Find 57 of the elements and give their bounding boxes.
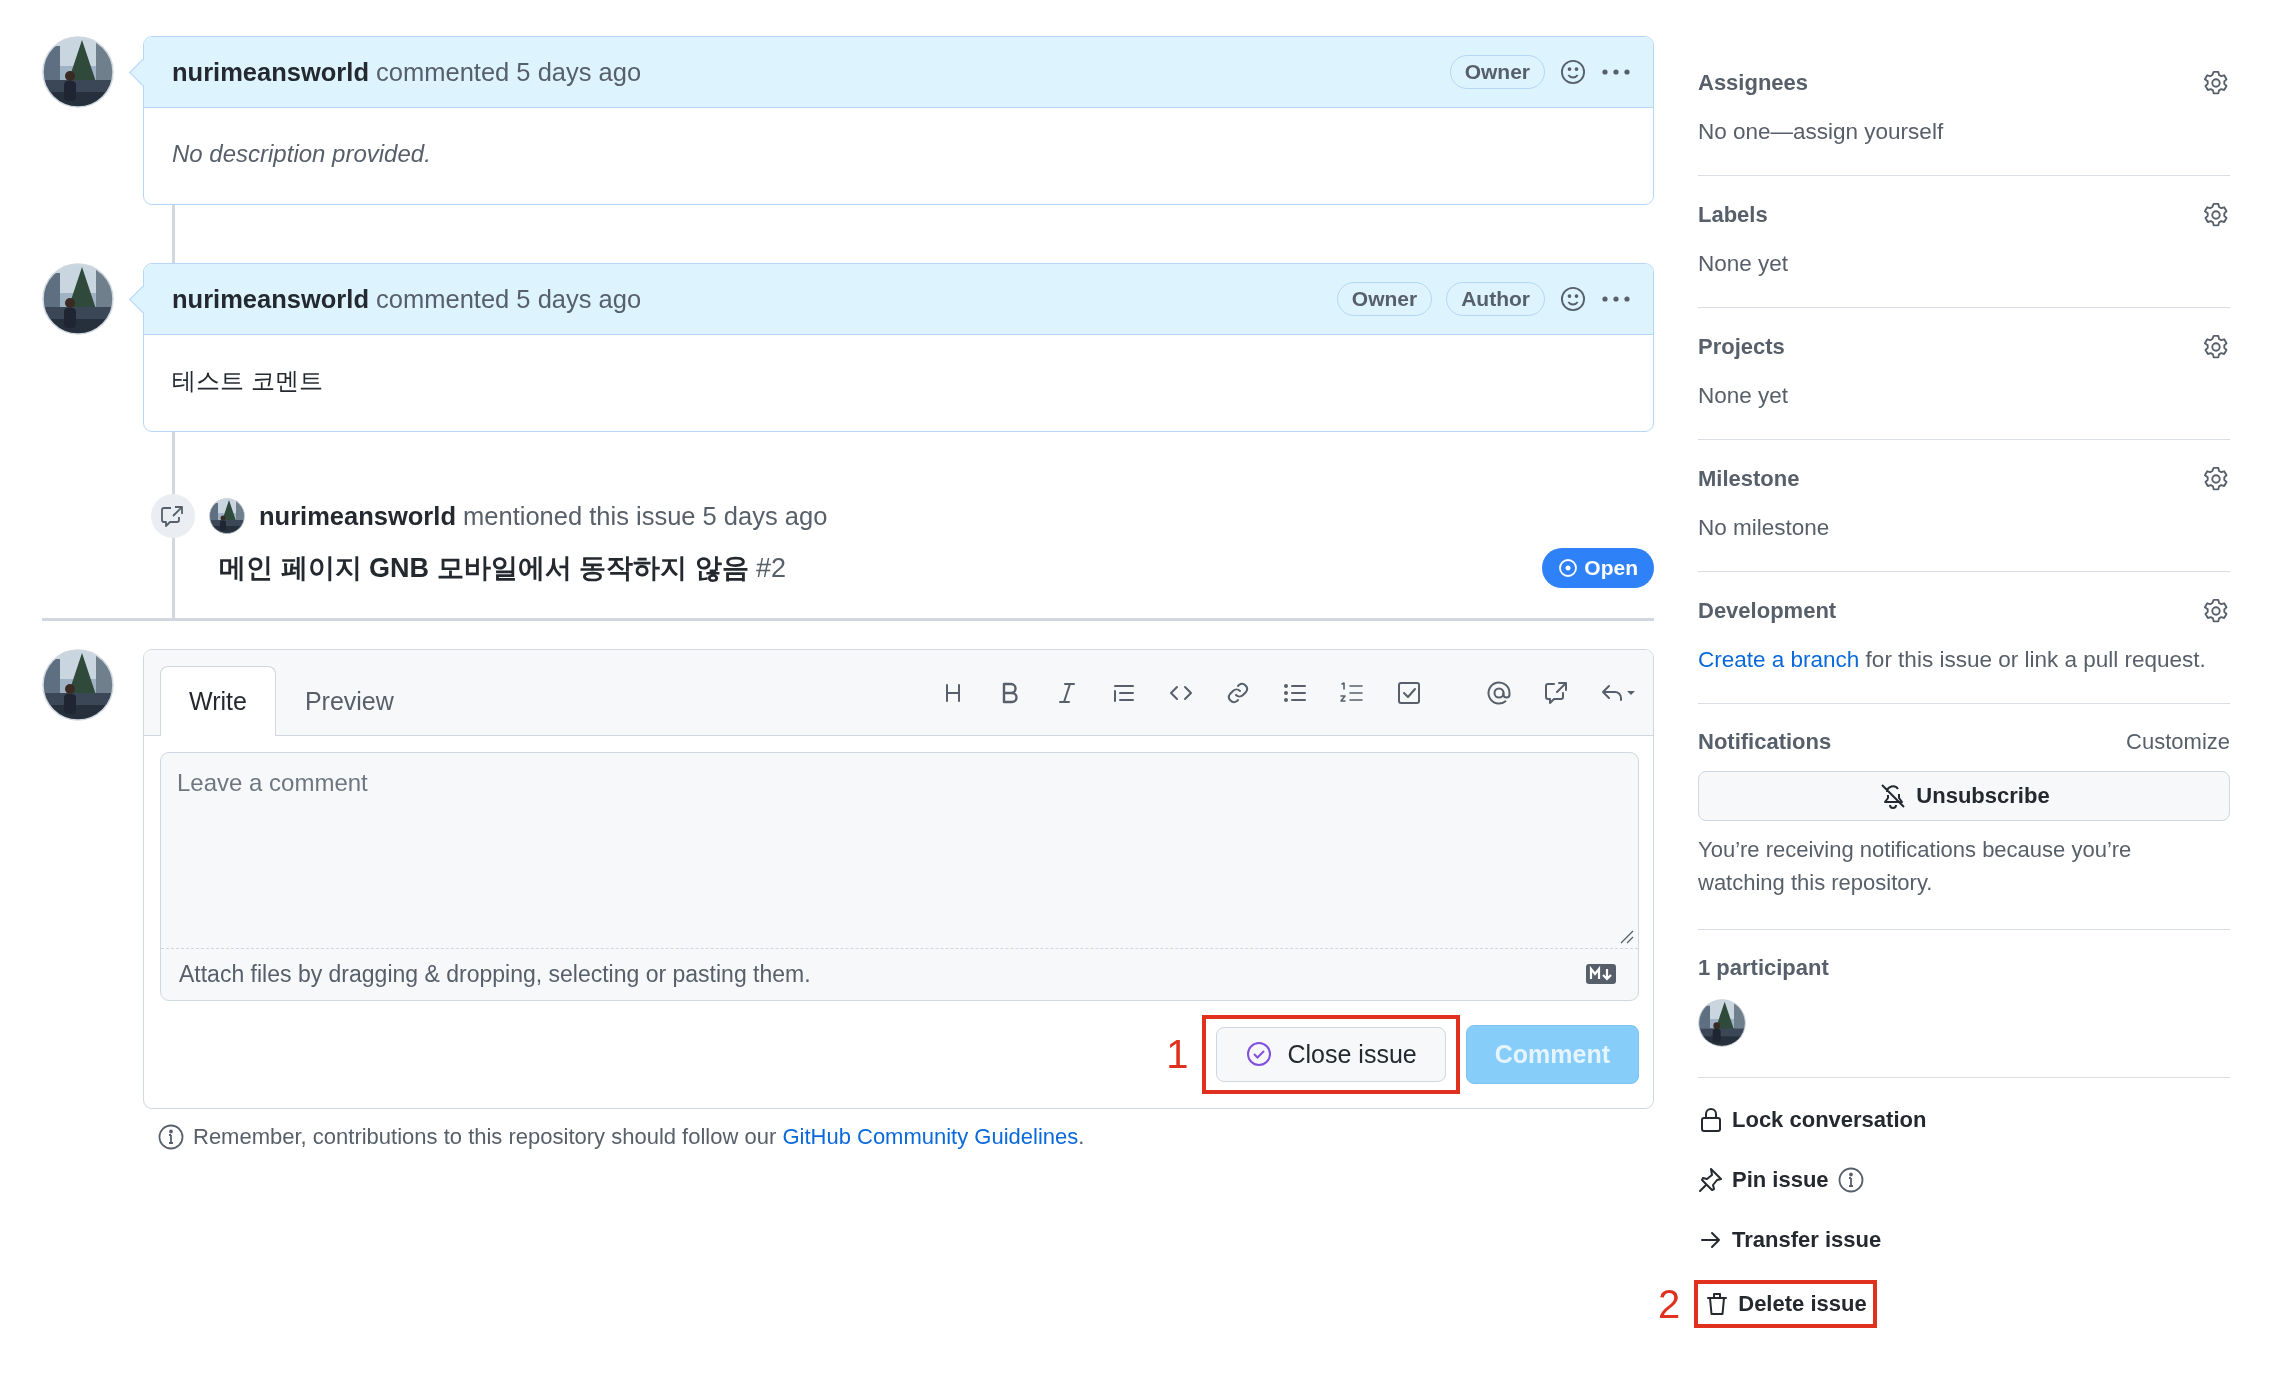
sidebar-action[interactable]: Delete issue	[1704, 1284, 1867, 1324]
status-icon	[1558, 558, 1579, 578]
settings-icon[interactable]	[2202, 333, 2230, 361]
settings-icon[interactable]	[2202, 597, 2230, 625]
comment-meta: commented 5 days ago	[376, 57, 642, 86]
editor-tab[interactable]: Write	[160, 666, 276, 736]
customize-link[interactable]: Customize	[2126, 729, 2230, 755]
section-title: 1 participant	[1698, 955, 1829, 981]
section-title[interactable]: Assignees	[1698, 70, 1809, 96]
status-badge: Open	[1542, 548, 1654, 588]
create-branch-link[interactable]: Create a branch	[1698, 647, 1860, 672]
section-value: None yet	[1698, 251, 1790, 277]
pin-icon	[1698, 1166, 1724, 1194]
more-icon[interactable]	[1601, 294, 1631, 304]
guidelines-link[interactable]: GitHub Community Guidelines	[782, 1123, 1079, 1149]
lock-icon	[1698, 1106, 1724, 1134]
section-title[interactable]: Milestone	[1698, 466, 1800, 492]
attach-hint[interactable]: Attach files by dragging & dropping, selecting or pasting them.	[179, 960, 811, 988]
info-icon	[1836, 1166, 1865, 1194]
section-title[interactable]: Labels	[1698, 202, 1768, 228]
section-value: None yet	[1698, 383, 1790, 409]
smiley-icon[interactable]	[1559, 285, 1587, 313]
author-link[interactable]: nurimeansworld	[259, 501, 456, 530]
event-text: mentioned this issue 5 days ago	[463, 501, 828, 530]
section-value: No one—assign yourself	[1698, 119, 1945, 145]
editor-tab[interactable]: Preview	[275, 666, 423, 736]
issue-link[interactable]: 메인 페이지 GNB 모바일에서 동작하지 않음 #2	[219, 550, 787, 586]
section-value: No milestone	[1698, 515, 1831, 541]
markdown-icon	[1586, 964, 1616, 984]
check-circle-icon	[1245, 1040, 1274, 1068]
section-title[interactable]: Development	[1698, 598, 1837, 624]
settings-icon[interactable]	[2202, 69, 2230, 97]
notification-note: You’re receiving notifications because you’re watching this repository.	[1698, 836, 2133, 897]
guidelines-text: Remember, contributions to this repository should follow our GitHub Community Guidelines.	[193, 1123, 1085, 1150]
sidebar-action[interactable]: Transfer issue	[1698, 1220, 1882, 1260]
author-link[interactable]: nurimeansworld	[172, 284, 369, 313]
close-issue-button[interactable]: Close issue	[1216, 1026, 1446, 1082]
section-title[interactable]: Projects	[1698, 334, 1785, 360]
unsubscribe-button[interactable]: Unsubscribe	[1698, 771, 2230, 821]
comment-editor[interactable]: Leave a comment Attach files by dragging & dropping, selecting or pasting them.	[160, 751, 1639, 1001]
comment-text: 테스트 코멘트	[172, 366, 324, 396]
development-text: Create a branch for this issue or link a pull request.	[1698, 647, 2207, 673]
author-link[interactable]: nurimeansworld	[172, 57, 369, 86]
sidebar-action[interactable]: Lock conversation	[1698, 1100, 1927, 1140]
settings-icon[interactable]	[2202, 465, 2230, 493]
comment-field[interactable]: Leave a comment	[161, 752, 1638, 948]
smiley-icon[interactable]	[1559, 58, 1587, 86]
comment-text: No description provided.	[172, 139, 432, 169]
cross-reference-icon	[151, 494, 195, 538]
section-title: Notifications	[1698, 729, 1832, 755]
annotation-number: 1	[1166, 1031, 1189, 1077]
annotation-number: 2	[1658, 1281, 1681, 1327]
sidebar-action[interactable]: Pin issue	[1698, 1160, 1865, 1200]
comment-meta: commented 5 days ago	[376, 284, 642, 313]
more-icon[interactable]	[1601, 67, 1631, 77]
info-icon	[157, 1122, 185, 1151]
settings-icon[interactable]	[2202, 201, 2230, 229]
